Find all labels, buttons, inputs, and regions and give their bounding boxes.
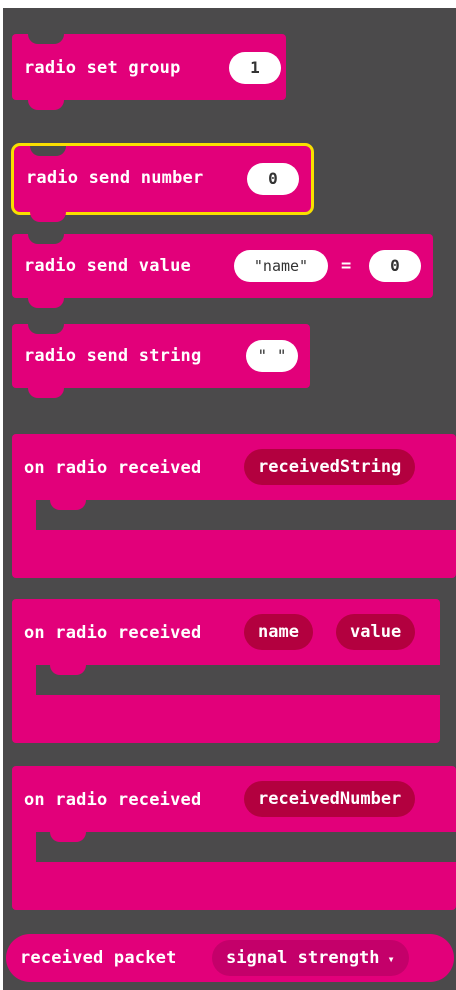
- variable-name[interactable]: name: [244, 614, 313, 650]
- variable-value[interactable]: value: [336, 614, 416, 650]
- block-top-notch: [28, 234, 64, 244]
- string-field[interactable]: " ": [246, 340, 298, 372]
- block-label: radio set group: [24, 58, 181, 78]
- block-top-notch: [28, 34, 64, 44]
- block-received-packet[interactable]: received packet signal strength ▾: [6, 934, 454, 982]
- block-top-notch: [30, 146, 66, 156]
- block-label: on radio received: [24, 623, 202, 643]
- block-label: radio send number: [26, 168, 204, 188]
- number-field[interactable]: 0: [247, 163, 299, 195]
- block-label: on radio received: [24, 790, 202, 810]
- block-radio-send-number[interactable]: radio send number 0: [11, 143, 314, 215]
- block-label: radio send string: [24, 346, 202, 366]
- block-top-notch: [28, 324, 64, 334]
- block-radio-send-value[interactable]: radio send value "name" = 0: [12, 234, 433, 298]
- block-on-radio-received-string[interactable]: on radio received receivedString: [12, 434, 456, 578]
- block-radio-set-group[interactable]: radio set group 1: [12, 34, 286, 100]
- variable-received-number[interactable]: receivedNumber: [244, 781, 416, 817]
- block-bottom-tab: [28, 100, 64, 110]
- block-on-radio-received-value[interactable]: on radio received name value: [12, 599, 440, 743]
- value-number-field[interactable]: 0: [369, 250, 421, 282]
- packet-property-dropdown[interactable]: signal strength ▾: [212, 940, 409, 976]
- block-radio-send-string[interactable]: radio send string " ": [12, 324, 310, 388]
- block-on-radio-received-number[interactable]: on radio received receivedNumber: [12, 766, 456, 910]
- slot-notch: [50, 500, 86, 510]
- equals-sign: =: [341, 256, 352, 276]
- block-bottom-tab: [30, 212, 66, 222]
- block-bottom-tab: [28, 298, 64, 308]
- statement-slot: [36, 832, 456, 862]
- blocks-toolbox-panel: radio set group 1 radio send number 0 ra…: [3, 8, 456, 990]
- dropdown-label: signal strength: [226, 948, 380, 968]
- statement-slot: [36, 500, 456, 530]
- group-number-field[interactable]: 1: [229, 52, 281, 84]
- block-label: received packet: [20, 948, 177, 968]
- value-name-field[interactable]: "name": [234, 250, 328, 282]
- block-bottom-tab: [28, 388, 64, 398]
- block-label: on radio received: [24, 458, 202, 478]
- chevron-down-icon: ▾: [387, 952, 395, 966]
- statement-slot: [36, 665, 440, 695]
- slot-notch: [50, 665, 86, 675]
- slot-notch: [50, 832, 86, 842]
- block-label: radio send value: [24, 256, 191, 276]
- variable-received-string[interactable]: receivedString: [244, 449, 416, 485]
